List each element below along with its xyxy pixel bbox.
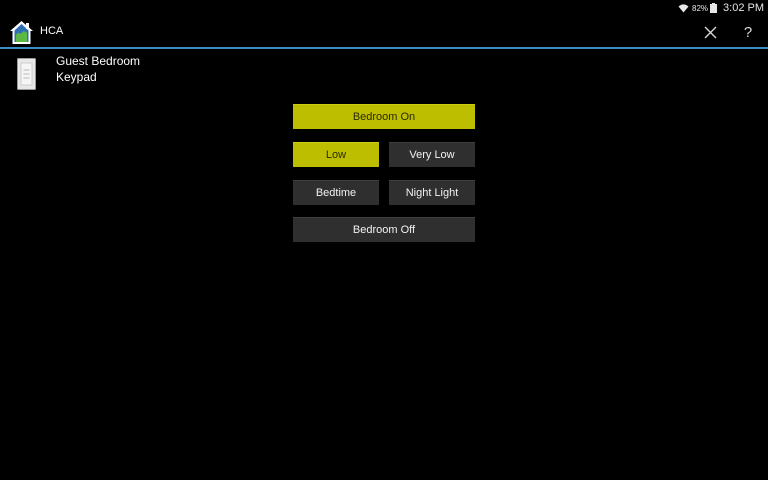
- device-name: Guest Bedroom Keypad: [56, 53, 140, 85]
- bedroom-on-button[interactable]: Bedroom On: [293, 104, 475, 129]
- help-button[interactable]: ?: [738, 22, 758, 42]
- screen: 82% 3:02 PM HCA ? Guest Bedroom Keypad B…: [0, 0, 768, 480]
- action-bar: HCA ?: [0, 16, 768, 49]
- very-low-button[interactable]: Very Low: [389, 142, 475, 167]
- low-button[interactable]: Low: [293, 142, 379, 167]
- close-button[interactable]: [700, 24, 720, 40]
- house-icon[interactable]: [9, 20, 34, 45]
- wifi-icon: [678, 4, 689, 13]
- device-name-line1: Guest Bedroom: [56, 54, 141, 68]
- battery-percent: 82%: [692, 3, 709, 13]
- clock: 3:02 PM: [723, 2, 764, 14]
- bedtime-button[interactable]: Bedtime: [293, 180, 379, 205]
- bedroom-off-button[interactable]: Bedroom Off: [293, 217, 475, 242]
- device-name-line2: Keypad: [56, 70, 97, 84]
- keypad-switch-icon: [17, 58, 36, 90]
- status-bar: 82% 3:02 PM: [0, 0, 768, 16]
- battery-icon: [710, 3, 718, 13]
- app-title: HCA: [40, 25, 64, 37]
- close-icon: [704, 26, 716, 38]
- night-light-button[interactable]: Night Light: [389, 180, 475, 205]
